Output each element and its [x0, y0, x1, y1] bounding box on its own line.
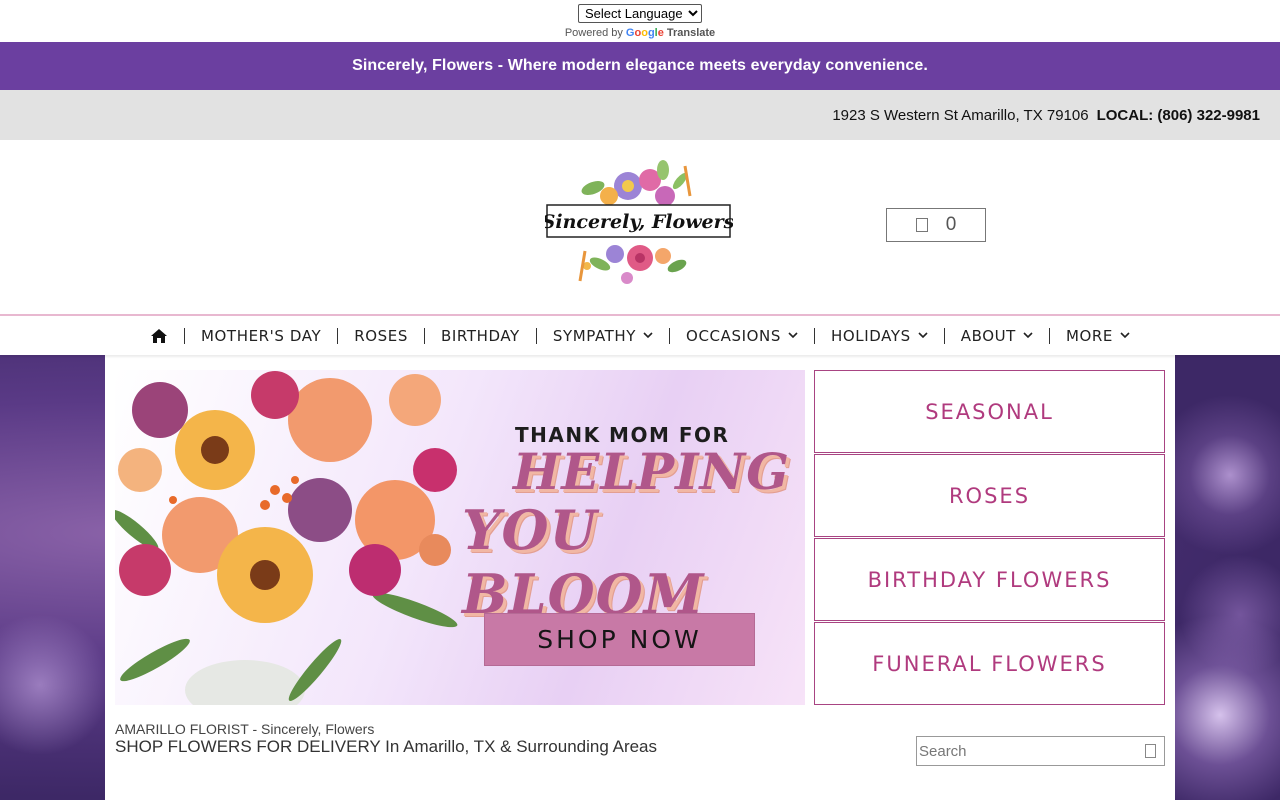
hero-banner[interactable]: THANK MOM FOR HELPING YOU BLOOM SHOP NOW	[115, 370, 805, 705]
nav-item-about[interactable]: ABOUT	[943, 326, 1049, 345]
language-select[interactable]: Select Language	[578, 4, 702, 23]
nav-item-more[interactable]: MORE	[1048, 326, 1146, 345]
search-box	[916, 736, 1165, 766]
category-seasonal[interactable]: SEASONAL	[814, 370, 1165, 453]
hero-headline-2: YOU BLOOM	[462, 498, 705, 626]
chevron-down-icon	[1023, 332, 1033, 339]
cart-icon	[915, 218, 928, 232]
search-icon[interactable]	[1145, 744, 1156, 758]
chevron-down-icon	[1120, 332, 1130, 339]
hero-headline-1: HELPING	[513, 442, 790, 501]
nav-item-occasions[interactable]: OCCASIONS	[669, 326, 814, 345]
chevron-down-icon	[918, 332, 928, 339]
nav-label: ROSES	[354, 326, 408, 345]
shop-now-button[interactable]: SHOP NOW	[484, 613, 755, 666]
cart-count: 0	[945, 214, 957, 235]
nav-label: MORE	[1065, 326, 1114, 345]
main-nav: MOTHER'S DAY ROSES BIRTHDAY SYMPATHY OCC…	[0, 314, 1280, 355]
nav-item-birthday[interactable]: BIRTHDAY	[423, 326, 536, 345]
translate-widget: Select Language Powered by Google Transl…	[0, 0, 1280, 42]
home-icon	[150, 328, 167, 343]
nav-label: OCCASIONS	[686, 326, 781, 345]
promo-banner: Sincerely, Flowers - Where modern elegan…	[0, 42, 1280, 90]
nav-label: ABOUT	[960, 326, 1016, 345]
category-birthday-flowers[interactable]: BIRTHDAY FLOWERS	[814, 538, 1165, 621]
banner-text: Sincerely, Flowers - Where modern elegan…	[352, 57, 928, 74]
svg-text:Sincerely, Flowers: Sincerely, Flowers	[545, 211, 733, 233]
search-input[interactable]	[919, 742, 1139, 760]
delivery-heading: SHOP FLOWERS FOR DELIVERY In Amarillo, T…	[115, 737, 658, 756]
category-links: SEASONAL ROSES BIRTHDAY FLOWERS FUNERAL …	[814, 370, 1165, 706]
store-address: 1923 S Western St Amarillo, TX 79106	[832, 106, 1089, 124]
site-header: Sincerely, Flowers 0	[0, 140, 1280, 314]
hero-bouquet-image	[115, 371, 458, 705]
nav-item-mothers-day[interactable]: MOTHER'S DAY	[183, 326, 337, 345]
chevron-down-icon	[643, 332, 653, 339]
category-funeral-flowers[interactable]: FUNERAL FLOWERS	[814, 622, 1165, 705]
florist-heading: AMARILLO FLORIST - Sincerely, Flowers	[115, 721, 375, 737]
cart-button[interactable]: 0	[886, 208, 986, 242]
nav-item-holidays[interactable]: HOLIDAYS	[813, 326, 944, 345]
nav-label: HOLIDAYS	[830, 326, 911, 345]
nav-label: SYMPATHY	[552, 326, 637, 345]
nav-item-roses[interactable]: ROSES	[337, 326, 424, 345]
google-logo[interactable]: Google	[626, 27, 664, 39]
powered-by: Powered by Google Translate	[565, 27, 715, 39]
translate-label: Translate	[666, 27, 716, 39]
site-logo[interactable]: Sincerely, Flowers	[545, 156, 733, 290]
nav-label: BIRTHDAY	[440, 326, 520, 345]
nav-home[interactable]	[134, 328, 184, 344]
powered-by-label: Powered by	[564, 27, 623, 39]
local-phone[interactable]: LOCAL: (806) 322-9981	[1097, 107, 1260, 124]
contact-bar: 1923 S Western St Amarillo, TX 79106 LOC…	[0, 90, 1280, 140]
chevron-down-icon	[788, 332, 798, 339]
category-roses[interactable]: ROSES	[814, 454, 1165, 537]
nav-item-sympathy[interactable]: SYMPATHY	[535, 326, 669, 345]
nav-label: MOTHER'S DAY	[200, 326, 322, 345]
main-content: THANK MOM FOR HELPING YOU BLOOM SHOP NOW…	[105, 355, 1175, 800]
